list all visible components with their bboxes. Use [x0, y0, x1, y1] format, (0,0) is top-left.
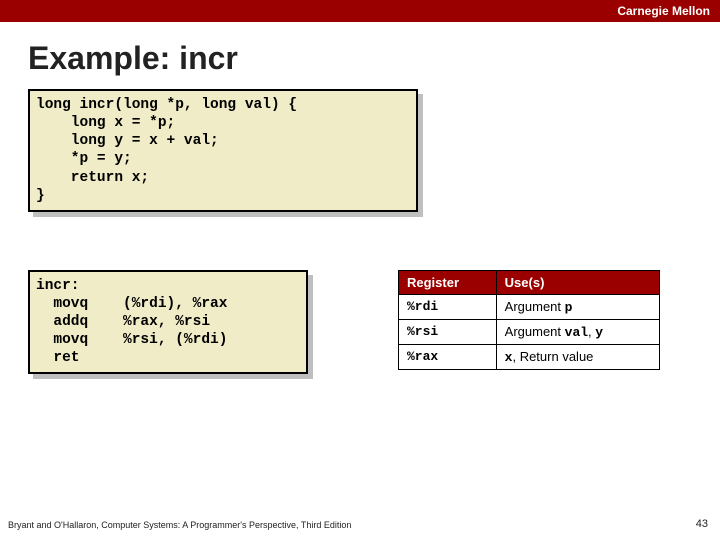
register-table: Register Use(s) %rdi Argument p %rsi Arg…: [398, 270, 660, 370]
table-row: %rdi Argument p: [399, 294, 660, 319]
lower-row: incr: movq (%rdi), %rax addq %rax, %rsi …: [28, 270, 720, 375]
page-title: Example: incr: [28, 40, 720, 77]
table-row: %rax x, Return value: [399, 344, 660, 369]
footer-citation: Bryant and O'Hallaron, Computer Systems:…: [8, 520, 351, 530]
org-label: Carnegie Mellon: [617, 4, 710, 18]
asm-code-block: incr: movq (%rdi), %rax addq %rax, %rsi …: [28, 270, 308, 375]
table-header-row: Register Use(s): [399, 270, 660, 294]
table-row: %rsi Argument val, y: [399, 319, 660, 344]
use-cell: x, Return value: [496, 344, 659, 369]
header-bar: Carnegie Mellon: [0, 0, 720, 22]
reg-cell: %rax: [399, 344, 497, 369]
c-code-block: long incr(long *p, long val) { long x = …: [28, 89, 418, 212]
page-number: 43: [696, 518, 708, 530]
col-register: Register: [399, 270, 497, 294]
c-code: long incr(long *p, long val) { long x = …: [28, 89, 418, 212]
reg-cell: %rsi: [399, 319, 497, 344]
col-uses: Use(s): [496, 270, 659, 294]
asm-code: incr: movq (%rdi), %rax addq %rax, %rsi …: [28, 270, 308, 375]
use-cell: Argument val, y: [496, 319, 659, 344]
use-cell: Argument p: [496, 294, 659, 319]
reg-cell: %rdi: [399, 294, 497, 319]
